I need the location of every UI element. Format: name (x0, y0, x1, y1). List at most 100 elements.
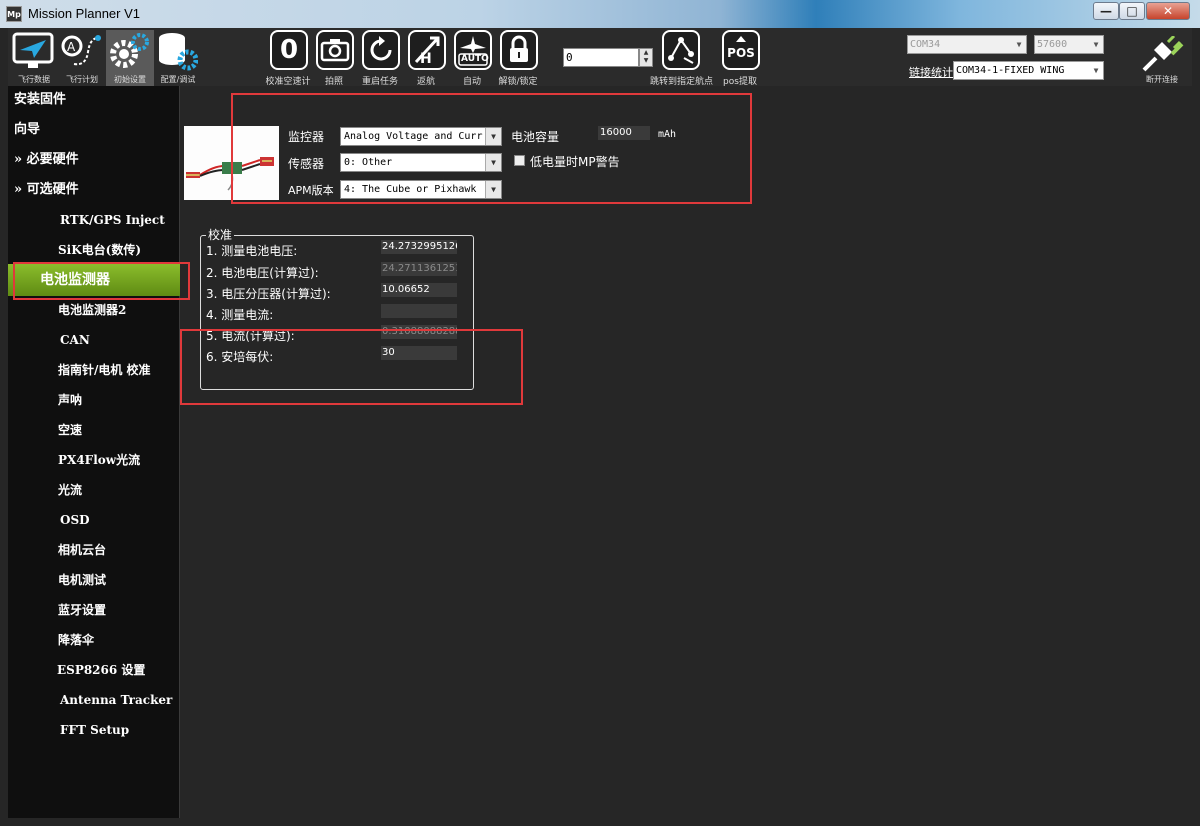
monitor-value: Analog Voltage and Curr (344, 131, 483, 142)
sidebar-item-fft-setup[interactable]: FFT Setup (8, 716, 180, 744)
svg-text:A: A (67, 40, 76, 54)
chevron-down-icon: ▼ (1016, 40, 1022, 49)
sidebar-item-sonar[interactable]: 声呐 (8, 386, 180, 414)
chevron-down-icon: ▼ (1093, 40, 1099, 49)
apm-version-select[interactable]: 4: The Cube or Pixhawk ▼ (340, 180, 502, 199)
capacity-unit: mAh (658, 129, 677, 140)
capacity-input[interactable]: 16000 (598, 126, 650, 140)
calib-row-label: 2. 电池电压(计算过): (206, 266, 319, 280)
sidebar-item-osd[interactable]: OSD (8, 506, 180, 534)
sidebar-item-optical-flow[interactable]: 光流 (8, 476, 180, 504)
pos-icon: POS (722, 30, 760, 70)
sidebar-item-esp8266-setup[interactable]: ESP8266 设置 (8, 656, 180, 684)
calib-row-label: 4. 测量电流: (206, 308, 274, 322)
sidebar-item-rtk-gps-inject[interactable]: RTK/GPS Inject (8, 206, 180, 234)
sensor-value: 0: Other (344, 157, 393, 168)
sensor-select[interactable]: 0: Other ▼ (340, 153, 502, 172)
calculated-current-field: 0.31088088288 (381, 325, 457, 339)
com-port-select[interactable]: COM34 ▼ (907, 35, 1027, 54)
low-battery-warning-checkbox[interactable] (514, 155, 525, 166)
goto-waypoint-icon (662, 30, 700, 70)
monitor-label: 监控器 (288, 130, 325, 144)
low-battery-warning-label: 低电量时MP警告 (530, 155, 620, 169)
measured-battery-voltage-input[interactable]: 24.2732995126 (381, 240, 457, 254)
pos-extract-button[interactable]: POS pos提取 (718, 30, 762, 87)
baud-rate-value: 57600 (1037, 39, 1068, 50)
sidebar-item-sik-radio[interactable]: SiK电台(数传) (8, 236, 180, 264)
camera-icon (316, 30, 354, 70)
nav-flight-data[interactable]: 飞行数据 (10, 30, 58, 86)
auto-plane-icon: AUTO (454, 30, 492, 70)
waypoint-number-spinner[interactable]: ▲ ▼ (639, 48, 653, 67)
sidebar-item-install-firmware[interactable]: 安装固件 (8, 86, 180, 114)
title-bar: Mp Mission Planner V1 — □ ✕ (0, 0, 1200, 28)
sidebar-item-wizard[interactable]: 向导 (8, 116, 180, 144)
com-port-value: COM34 (910, 39, 941, 50)
chevron-down-icon: ▼ (485, 154, 501, 171)
plug-icon (1142, 36, 1184, 72)
waypoint-plan-icon: A (61, 35, 101, 66)
goto-waypoint-button[interactable]: 跳转到指定航点 (650, 30, 713, 87)
sidebar-item-motor-test[interactable]: 电机测试 (8, 566, 180, 594)
calibration-title: 校准 (206, 226, 235, 243)
zero-icon: 0 (270, 30, 308, 70)
chevron-down-icon: ▼ (1093, 66, 1099, 75)
amps-per-volt-input[interactable]: 30 (381, 346, 457, 360)
sidebar-item-mandatory-hardware[interactable]: » 必要硬件 (8, 146, 180, 174)
baud-rate-select[interactable]: 57600 ▼ (1034, 35, 1104, 54)
sidebar-item-bluetooth-setup[interactable]: 蓝牙设置 (8, 596, 180, 624)
sidebar-item-compass-motor-calib[interactable]: 指南针/电机 校准 (8, 356, 180, 384)
measured-current-input[interactable] (381, 304, 457, 318)
chevron-down-icon: ▼ (485, 181, 501, 198)
calib-row-label: 3. 电压分压器(计算过): (206, 287, 331, 301)
apm-version-value: 4: The Cube or Pixhawk (344, 184, 477, 195)
close-button[interactable]: ✕ (1146, 2, 1190, 20)
nav-label: 配置/调试 (160, 75, 196, 84)
sidebar-item-parachute[interactable]: 降落伞 (8, 626, 180, 654)
setup-sidebar: 安装固件 向导 » 必要硬件 » 可选硬件 RTK/GPS Inject SiK… (8, 86, 180, 818)
sidebar-item-battery-monitor-2[interactable]: 电池监测器2 (8, 296, 180, 324)
sensor-label: 传感器 (288, 157, 325, 171)
calib-row-label: 5. 电流(计算过): (206, 329, 295, 343)
restart-icon (362, 30, 400, 70)
lock-icon (500, 30, 538, 70)
auto-text: AUTO (461, 54, 489, 64)
monitor-plane-icon (12, 32, 54, 68)
nav-initial-setup[interactable]: 初始设置 (106, 30, 154, 86)
sidebar-item-camera-gimbal[interactable]: 相机云台 (8, 536, 180, 564)
home-h-icon: H (408, 30, 446, 70)
capacity-label: 电池容量 (511, 130, 560, 144)
nav-flight-plan[interactable]: A 飞行计划 (58, 30, 106, 86)
vehicle-profile-select[interactable]: COM34-1-FIXED WING ▼ (953, 61, 1104, 80)
sidebar-item-airspeed[interactable]: 空速 (8, 416, 180, 444)
window-title: Mission Planner V1 (28, 6, 140, 21)
calculated-battery-voltage-field: 24.2711361251 (381, 262, 457, 276)
disconnect-button[interactable]: 断开连接 (1138, 36, 1186, 86)
monitor-select[interactable]: Analog Voltage and Curr ▼ (340, 127, 502, 146)
sidebar-item-antenna-tracker[interactable]: Antenna Tracker (8, 686, 180, 714)
battery-sensor-image (184, 126, 279, 200)
nav-label: 飞行数据 (18, 75, 50, 84)
sidebar-item-px4flow[interactable]: PX4Flow光流 (8, 446, 180, 474)
nav-label: 初始设置 (114, 75, 146, 84)
mission-planner-window: Mp Mission Planner V1 — □ ✕ 飞行数据 A 飞行计划 (0, 0, 1200, 826)
pos-text: POS (727, 46, 755, 60)
maximize-button[interactable]: □ (1119, 2, 1145, 20)
app-icon: Mp (6, 6, 22, 22)
calib-row-label: 1. 测量电池电压: (206, 244, 298, 258)
chevron-down-icon: ▼ (485, 128, 501, 145)
svg-text:H: H (420, 51, 432, 67)
nav-config-tuning[interactable]: 配置/调试 (154, 30, 202, 86)
sidebar-item-can[interactable]: CAN (8, 326, 180, 354)
minimize-button[interactable]: — (1093, 2, 1119, 20)
sidebar-item-optional-hardware[interactable]: » 可选硬件 (8, 176, 180, 204)
disconnect-label: 断开连接 (1146, 75, 1178, 84)
arm-disarm-button[interactable]: 解锁/锁定 (496, 30, 540, 87)
calib-row-label: 6. 安培每伏: (206, 350, 274, 364)
voltage-divider-input[interactable]: 10.06652 (381, 283, 457, 297)
link-stats-link[interactable]: 链接统计 (909, 64, 953, 80)
gears-icon (110, 33, 149, 68)
sidebar-item-battery-monitor[interactable]: 电池监测器 (8, 264, 180, 296)
waypoint-number-input[interactable]: 0 (563, 48, 639, 67)
power-module-icon (186, 157, 274, 191)
